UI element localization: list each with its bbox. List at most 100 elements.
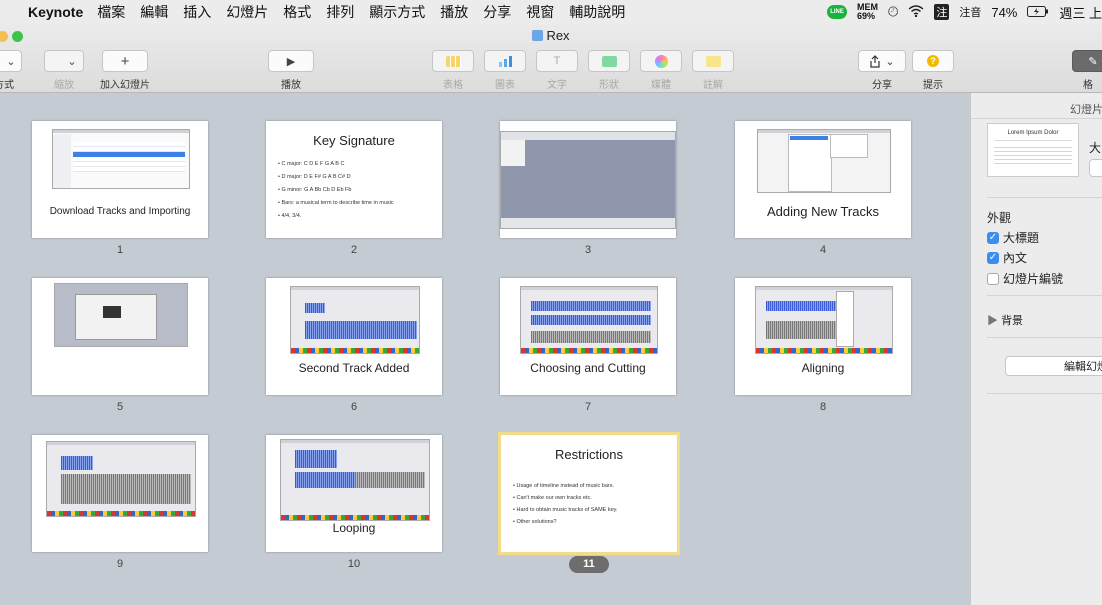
add-slide-control[interactable]: + 加入幻燈片 (100, 50, 150, 91)
zoom-control[interactable]: ⌄ 縮放 (44, 50, 84, 91)
memory-status[interactable]: MEM 69% (857, 3, 878, 21)
slide-thumbnail-7[interactable]: Choosing and Cutting (500, 278, 676, 395)
shape-button[interactable] (588, 50, 630, 72)
slide-screenshot (520, 286, 658, 354)
master-slide-name[interactable]: 大 (1089, 139, 1101, 156)
text-control[interactable]: T 文字 (536, 50, 578, 91)
play-icon: ▶ (286, 55, 296, 68)
comment-control[interactable]: 註解 (692, 50, 734, 91)
line-app-icon[interactable]: LINE (827, 5, 848, 19)
view-label: 方式 (0, 80, 14, 91)
time-machine-icon[interactable]: 🕘︎ (888, 4, 898, 20)
slide-bullet: • D major: D E F# G A B C# D (278, 174, 351, 180)
slide-title: Restrictions (555, 447, 623, 462)
slide-title: Second Track Added (298, 361, 410, 375)
comment-button[interactable] (692, 50, 734, 72)
slide-thumbnail-5[interactable] (32, 278, 208, 395)
slide-thumbnail-3[interactable] (500, 121, 676, 238)
menu-insert[interactable]: 插入 (183, 2, 211, 22)
inspector-tab-slide[interactable]: 幻燈片 (1070, 101, 1102, 117)
comment-label: 註解 (703, 80, 723, 91)
plus-icon: + (120, 52, 130, 70)
slide-number: 8 (819, 401, 827, 413)
chevron-down-icon: ⌄ (67, 55, 77, 68)
menu-format[interactable]: 格式 (283, 2, 311, 22)
slide-bullet: • Can't make our own tracks etc. (513, 495, 592, 501)
media-button[interactable] (640, 50, 682, 72)
menu-view[interactable]: 顯示方式 (369, 2, 425, 22)
slide-bullet: • Other solutions? (513, 519, 557, 525)
slide-bullet: • G minor: G A Bb Cb D Eb Fb (278, 187, 352, 193)
menu-play[interactable]: 播放 (440, 2, 468, 22)
slide-thumbnail-8[interactable]: Aligning (735, 278, 911, 395)
slide-thumbnail-1[interactable]: Download Tracks and Importing (32, 121, 208, 238)
menu-arrange[interactable]: 排列 (326, 2, 354, 22)
slide-title: Download Tracks and Importing (49, 206, 191, 217)
slide-light-table: Download Tracks and Importing 1 Key Sign… (0, 93, 970, 605)
shape-control[interactable]: 形狀 (588, 50, 630, 91)
share-control[interactable]: ⌄ 分享 (858, 50, 906, 91)
slide-bullet: • Bars: a musical term to describe time … (278, 200, 394, 206)
menu-help[interactable]: 輔助說明 (569, 2, 625, 22)
slide-number: 7 (584, 401, 592, 413)
play-control[interactable]: ▶ 播放 (268, 50, 314, 91)
tips-control[interactable]: ? 提示 (912, 50, 954, 91)
text-button[interactable]: T (536, 50, 578, 72)
master-slide-thumbnail[interactable]: Lorem Ipsum Dolor (987, 123, 1079, 177)
slide-screenshot (280, 439, 430, 521)
body-checkbox[interactable]: ✓ 內文 (987, 249, 1027, 266)
table-button[interactable] (432, 50, 474, 72)
slide-thumbnail-11[interactable]: Restrictions • Usage of timeline instead… (498, 432, 680, 555)
format-control[interactable]: ✎ 格 (1072, 50, 1102, 91)
format-button[interactable]: ✎ (1072, 50, 1102, 72)
slide-number: 5 (116, 401, 124, 413)
menu-file[interactable]: 檔案 (97, 2, 125, 22)
slide-thumbnail-6[interactable]: Second Track Added (266, 278, 442, 395)
menu-share[interactable]: 分享 (483, 2, 511, 22)
view-button[interactable]: ⌄ (0, 50, 22, 72)
view-control[interactable]: ⌄ 方式 (0, 50, 22, 91)
slide-thumbnail-2[interactable]: Key Signature • C major: C D E F G A B C… (266, 121, 442, 238)
table-control[interactable]: 表格 (432, 50, 474, 91)
media-control[interactable]: 媒體 (640, 50, 682, 91)
comment-icon (705, 55, 721, 67)
battery-percent[interactable]: 74% (991, 5, 1017, 20)
slide-number-checkbox-label: 幻燈片編號 (1003, 272, 1064, 286)
slide-screenshot (755, 286, 893, 354)
chart-button[interactable] (484, 50, 526, 72)
menu-app-keynote[interactable]: Keynote (28, 4, 83, 20)
play-button[interactable]: ▶ (268, 50, 314, 72)
menu-window[interactable]: 視窗 (526, 2, 554, 22)
input-method-icon[interactable]: 注 (934, 4, 950, 20)
menu-edit[interactable]: 編輯 (140, 2, 168, 22)
background-label: 背景 (1001, 315, 1024, 327)
input-method-label[interactable]: 注音 (959, 4, 981, 20)
slide-bullet: • 4/4, 3/4. (278, 213, 302, 219)
slide-thumbnail-10[interactable]: Looping (266, 435, 442, 552)
change-master-button[interactable] (1089, 159, 1102, 177)
background-disclosure[interactable]: ▶ 背景 (987, 312, 1023, 328)
table-label: 表格 (443, 80, 463, 91)
tips-button[interactable]: ? (912, 50, 954, 72)
menu-bar: Keynote 檔案 編輯 插入 幻燈片 格式 排列 顯示方式 播放 分享 視窗… (0, 0, 1102, 24)
edit-master-slide-button[interactable]: 編輯幻燈 (1005, 356, 1102, 376)
media-label: 媒體 (651, 80, 671, 91)
format-label: 格 (1083, 80, 1093, 91)
battery-icon[interactable] (1027, 5, 1049, 20)
slide-thumbnail-4[interactable]: Adding New Tracks (735, 121, 911, 238)
checkmark-icon: ✓ (987, 231, 999, 244)
slide-thumbnail-9[interactable] (32, 435, 208, 552)
slide-title: Key Signature (313, 133, 395, 148)
clock[interactable]: 週三 上 (1059, 3, 1102, 22)
menu-slide[interactable]: 幻燈片 (226, 2, 268, 22)
add-slide-button[interactable]: + (102, 50, 148, 72)
chart-control[interactable]: 圖表 (484, 50, 526, 91)
slide-number-checkbox[interactable]: 幻燈片編號 (987, 270, 1063, 287)
slide-number: 6 (350, 401, 358, 413)
share-button[interactable]: ⌄ (858, 50, 906, 72)
title-checkbox[interactable]: ✓ 大標題 (987, 229, 1039, 246)
zoom-button[interactable]: ⌄ (44, 50, 84, 72)
appearance-heading: 外觀 (987, 211, 1012, 225)
slide-number: 4 (819, 244, 827, 256)
wifi-icon[interactable] (908, 4, 924, 20)
